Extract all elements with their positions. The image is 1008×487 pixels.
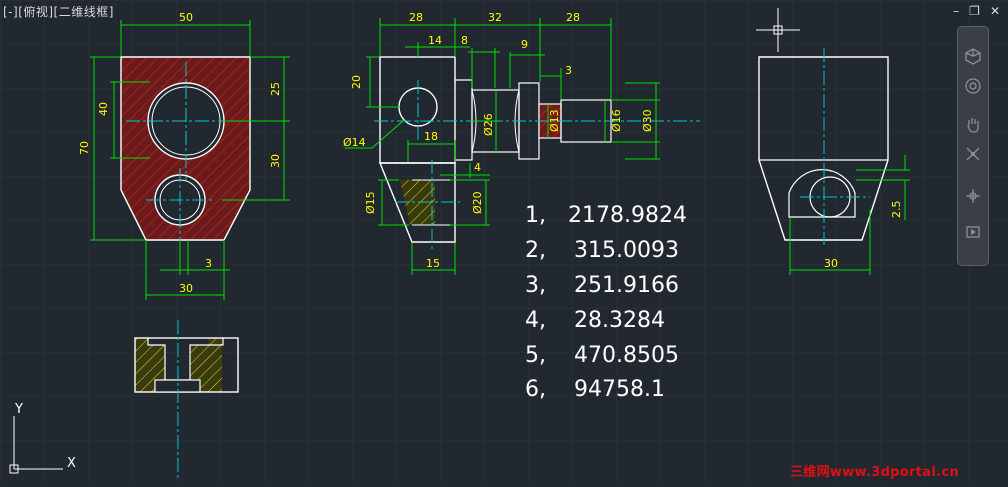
dim-side-9: 9 [521,38,528,51]
restore-button[interactable]: ❐ [969,4,980,18]
ucs-x-label: X [67,456,76,471]
drawing-viewport[interactable]: 50 70 40 25 30 3 30 28 32 28 14 8 9 3 20… [0,0,1008,483]
dim-right-30: 30 [824,257,838,270]
dim-front-30v: 30 [269,154,282,168]
result-idx: 3, [525,273,546,298]
dim-side-phi20: Ø20 [471,191,484,214]
dim-side-3: 3 [565,64,572,77]
dim-side-phi26: Ø26 [482,113,495,136]
result-val: 251.9166 [574,273,679,298]
dim-side-phi16: Ø16 [610,109,623,132]
result-idx: 5, [525,343,546,368]
dim-side-phi15: Ø15 [364,191,377,214]
dim-side-32: 32 [488,11,502,24]
steering-wheel-icon[interactable] [962,75,984,97]
result-idx: 2, [525,238,546,263]
dim-front-3: 3 [205,257,212,270]
window-controls: – ❐ ✕ [953,4,1000,18]
result-val: 94758.1 [574,377,665,402]
site-watermark: 三维网www.3dportal.cn [790,465,959,480]
vertical-scrollbar[interactable] [992,30,1006,450]
ucs-y-label: Y [14,402,23,417]
dim-right-25: 2.5 [890,201,903,219]
navigation-bar [957,26,989,266]
dim-side-28a: 28 [409,11,423,24]
result-val: 2178.9824 [568,203,687,228]
dim-side-14: 14 [428,34,442,47]
viewport-label[interactable]: [-][俯视][二维线框] [3,3,114,20]
result-idx: 4, [525,308,546,333]
result-val: 470.8505 [574,343,679,368]
result-val: 28.3284 [574,308,665,333]
dim-side-4: 4 [474,161,481,174]
drawing-canvas[interactable]: 50 70 40 25 30 3 30 28 32 28 14 8 9 3 20… [0,0,1008,483]
dim-side-phi14: Ø14 [343,136,366,149]
result-idx: 1, [525,203,546,228]
minimize-button[interactable]: – [953,4,959,18]
zoom-extents-icon[interactable] [962,143,984,165]
dim-side-18: 18 [424,130,438,143]
dim-front-70: 70 [78,141,91,155]
viewcube-icon[interactable] [962,45,984,67]
dim-side-28b: 28 [566,11,580,24]
orbit-icon[interactable] [962,185,984,207]
dim-side-20: 20 [350,75,363,89]
showmotion-icon[interactable] [962,221,984,243]
dim-side-phi13: Ø13 [548,109,561,132]
result-val: 315.0093 [574,238,679,263]
close-button[interactable]: ✕ [990,4,1000,18]
result-idx: 6, [525,377,546,402]
dim-front-30h: 30 [179,282,193,295]
dim-side-15: 15 [426,257,440,270]
dim-front-40: 40 [97,102,110,116]
dim-side-phi30: Ø30 [641,109,654,132]
dim-front-50: 50 [179,11,193,24]
dim-side-8: 8 [461,34,468,47]
dim-front-25: 25 [269,82,282,96]
pan-hand-icon[interactable] [962,113,984,135]
